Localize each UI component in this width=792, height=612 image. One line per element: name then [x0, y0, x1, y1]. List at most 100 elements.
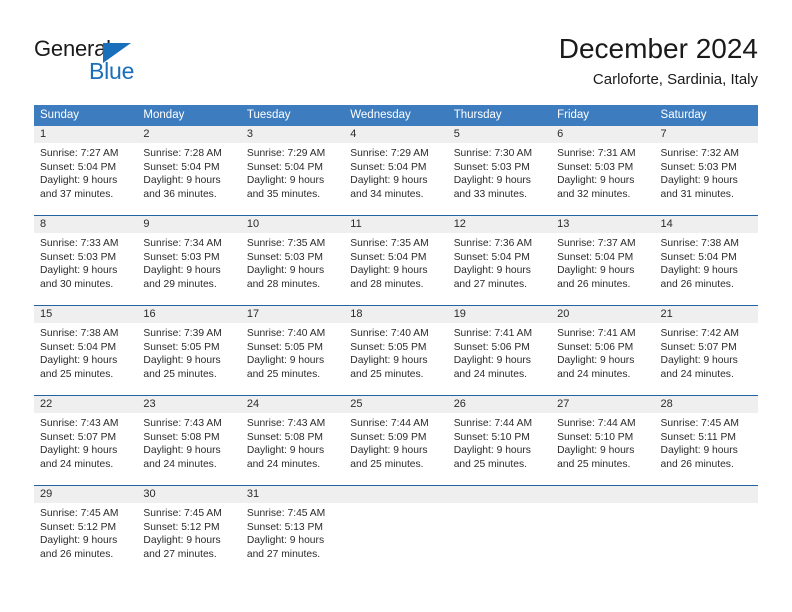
day-details: Sunrise: 7:31 AM Sunset: 5:03 PM Daylight:…	[551, 143, 654, 201]
daylight-text-line2: and 24 minutes.	[557, 368, 631, 380]
day-number: 19	[447, 306, 552, 323]
daylight-text-line1: Daylight: 9 hours	[40, 175, 118, 187]
day-details: Sunrise: 7:33 AM Sunset: 5:03 PM Daylight:…	[34, 233, 137, 291]
calendar-day-cell[interactable]: 18 Sunrise: 7:40 AM Sunset: 5:05 PM Dayligh…	[344, 306, 448, 395]
calendar-day-cell[interactable]: 26 Sunrise: 7:44 AM Sunset: 5:10 PM Dayligh…	[447, 396, 552, 485]
daylight-text-line1: Daylight: 9 hours	[350, 445, 428, 457]
daylight-text-line1: Daylight: 9 hours	[453, 355, 531, 367]
calendar-day-cell[interactable]: 16 Sunrise: 7:39 AM Sunset: 5:05 PM Dayligh…	[137, 306, 241, 395]
calendar-day-cell[interactable]: 8 Sunrise: 7:33 AM Sunset: 5:03 PM Daylight…	[34, 216, 138, 305]
day-number	[551, 486, 655, 503]
calendar-day-cell[interactable]: 25 Sunrise: 7:44 AM Sunset: 5:09 PM Dayligh…	[344, 396, 448, 485]
calendar-day-cell[interactable]: 20 Sunrise: 7:41 AM Sunset: 5:06 PM Dayligh…	[551, 306, 655, 395]
sunrise-text: Sunrise: 7:43 AM	[143, 418, 222, 429]
calendar-day-cell[interactable]: 12 Sunrise: 7:36 AM Sunset: 5:04 PM Dayligh…	[447, 216, 552, 305]
daylight-text-line2: and 31 minutes.	[660, 188, 734, 200]
calendar-day-cell[interactable]: 15 Sunrise: 7:38 AM Sunset: 5:04 PM Dayligh…	[34, 306, 138, 395]
calendar-day-cell[interactable]: 9 Sunrise: 7:34 AM Sunset: 5:03 PM Daylight…	[137, 216, 241, 305]
sunrise-text: Sunrise: 7:44 AM	[453, 418, 533, 429]
day-number: 25	[344, 396, 448, 413]
daylight-text-line1: Daylight: 9 hours	[40, 355, 118, 367]
day-details: Sunrise: 7:35 AM Sunset: 5:03 PM Daylight:…	[241, 233, 344, 291]
day-number: 4	[344, 126, 448, 143]
calendar-day-cell[interactable]: 4 Sunrise: 7:29 AM Sunset: 5:04 PM Daylight…	[344, 126, 448, 215]
calendar-day-cell[interactable]: 3 Sunrise: 7:29 AM Sunset: 5:04 PM Daylight…	[240, 126, 345, 215]
day-number: 31	[240, 486, 345, 503]
sunrise-text: Sunrise: 7:38 AM	[40, 328, 119, 339]
sunset-text: Sunset: 5:10 PM	[557, 431, 634, 443]
weekday-header-row: Sunday Monday Tuesday Wednesday Thursday…	[34, 105, 758, 126]
day-details: Sunrise: 7:45 AM Sunset: 5:13 PM Daylight:…	[241, 503, 344, 561]
daylight-text-line1: Daylight: 9 hours	[246, 175, 325, 187]
day-number: 5	[447, 126, 552, 143]
calendar-week-row: 1 Sunrise: 7:27 AM Sunset: 5:04 PM Daylight…	[34, 126, 758, 215]
day-number: 15	[34, 306, 138, 323]
calendar-day-cell[interactable]: 6 Sunrise: 7:31 AM Sunset: 5:03 PM Daylight…	[551, 126, 655, 215]
calendar-day-cell[interactable]: 27 Sunrise: 7:44 AM Sunset: 5:10 PM Dayligh…	[551, 396, 655, 485]
daylight-text-line1: Daylight: 9 hours	[246, 445, 325, 457]
calendar-day-cell[interactable]: 19 Sunrise: 7:41 AM Sunset: 5:06 PM Dayligh…	[447, 306, 552, 395]
day-details: Sunrise: 7:40 AM Sunset: 5:05 PM Daylight:…	[344, 323, 447, 381]
daylight-text-line1: Daylight: 9 hours	[660, 175, 738, 187]
calendar-day-cell[interactable]: 21 Sunrise: 7:42 AM Sunset: 5:07 PM Dayligh…	[654, 306, 758, 395]
sunrise-text: Sunrise: 7:35 AM	[246, 238, 326, 249]
calendar-grid: Sunday Monday Tuesday Wednesday Thursday…	[34, 105, 758, 575]
calendar-page: General Blue December 2024 Carloforte, S…	[0, 0, 792, 612]
calendar-day-cell[interactable]: 23 Sunrise: 7:43 AM Sunset: 5:08 PM Dayligh…	[137, 396, 241, 485]
daylight-text-line1: Daylight: 9 hours	[143, 175, 221, 187]
calendar-day-cell[interactable]: 31 Sunrise: 7:45 AM Sunset: 5:13 PM Dayligh…	[240, 486, 345, 575]
calendar-day-cell[interactable]: 2 Sunrise: 7:28 AM Sunset: 5:04 PM Daylight…	[137, 126, 241, 215]
sunset-text: Sunset: 5:08 PM	[143, 431, 220, 443]
sunrise-text: Sunrise: 7:39 AM	[143, 328, 222, 339]
weekday-header-monday: Monday	[143, 109, 185, 121]
title-block: December 2024 Carloforte, Sardinia, Ital…	[559, 32, 758, 90]
sunrise-text: Sunrise: 7:33 AM	[40, 238, 119, 249]
daylight-text-line2: and 35 minutes.	[246, 188, 321, 200]
calendar-day-cell[interactable]: 13 Sunrise: 7:37 AM Sunset: 5:04 PM Dayligh…	[551, 216, 655, 305]
page-header: General Blue December 2024 Carloforte, S…	[0, 0, 792, 100]
day-number: 11	[344, 216, 448, 233]
calendar-day-cell[interactable]: 29 Sunrise: 7:45 AM Sunset: 5:12 PM Dayligh…	[34, 486, 138, 575]
sunrise-text: Sunrise: 7:45 AM	[40, 508, 119, 519]
day-details: Sunrise: 7:45 AM Sunset: 5:12 PM Daylight:…	[137, 503, 240, 561]
sunset-text: Sunset: 5:04 PM	[143, 161, 220, 173]
day-number: 6	[551, 126, 655, 143]
calendar-day-cell[interactable]: 11 Sunrise: 7:35 AM Sunset: 5:04 PM Dayligh…	[344, 216, 448, 305]
sunset-text: Sunset: 5:04 PM	[350, 161, 427, 173]
calendar-day-cell[interactable]: 24 Sunrise: 7:43 AM Sunset: 5:08 PM Dayligh…	[240, 396, 345, 485]
sunrise-text: Sunrise: 7:32 AM	[660, 148, 739, 159]
daylight-text-line1: Daylight: 9 hours	[350, 175, 428, 187]
calendar-week-row: 15 Sunrise: 7:38 AM Sunset: 5:04 PM Dayligh…	[34, 305, 758, 395]
sunrise-text: Sunrise: 7:44 AM	[557, 418, 636, 429]
calendar-day-cell[interactable]: 30 Sunrise: 7:45 AM Sunset: 5:12 PM Dayligh…	[137, 486, 241, 575]
daylight-text-line2: and 28 minutes.	[246, 278, 321, 290]
calendar-day-cell[interactable]: 22 Sunrise: 7:43 AM Sunset: 5:07 PM Dayligh…	[34, 396, 138, 485]
sunset-text: Sunset: 5:04 PM	[660, 251, 737, 263]
weekday-header-sunday: Sunday	[40, 109, 80, 121]
daylight-text-line2: and 25 minutes.	[350, 368, 424, 380]
daylight-text-line1: Daylight: 9 hours	[557, 175, 635, 187]
sunset-text: Sunset: 5:06 PM	[557, 341, 634, 353]
day-details: Sunrise: 7:34 AM Sunset: 5:03 PM Daylight:…	[137, 233, 240, 291]
sunrise-text: Sunrise: 7:43 AM	[40, 418, 119, 429]
calendar-day-cell-empty	[551, 486, 655, 575]
calendar-day-cell[interactable]: 1 Sunrise: 7:27 AM Sunset: 5:04 PM Daylight…	[34, 126, 138, 215]
calendar-day-cell[interactable]: 7 Sunrise: 7:32 AM Sunset: 5:03 PM Daylight…	[654, 126, 758, 215]
sunset-text: Sunset: 5:03 PM	[246, 251, 323, 263]
daylight-text-line1: Daylight: 9 hours	[246, 355, 325, 367]
calendar-day-cell-empty	[654, 486, 758, 575]
weekday-header-friday: Friday	[557, 109, 590, 121]
daylight-text-line2: and 25 minutes.	[557, 458, 631, 470]
sunrise-text: Sunrise: 7:40 AM	[246, 328, 326, 339]
sunset-text: Sunset: 5:12 PM	[40, 521, 117, 533]
sunrise-text: Sunrise: 7:29 AM	[246, 148, 326, 159]
brand-logo[interactable]: General Blue	[34, 36, 164, 88]
calendar-day-cell[interactable]: 14 Sunrise: 7:38 AM Sunset: 5:04 PM Dayligh…	[654, 216, 758, 305]
calendar-day-cell[interactable]: 17 Sunrise: 7:40 AM Sunset: 5:05 PM Dayligh…	[240, 306, 345, 395]
daylight-text-line2: and 26 minutes.	[557, 278, 631, 290]
calendar-day-cell[interactable]: 28 Sunrise: 7:45 AM Sunset: 5:11 PM Dayligh…	[654, 396, 758, 485]
calendar-day-cell[interactable]: 5 Sunrise: 7:30 AM Sunset: 5:03 PM Daylight…	[447, 126, 552, 215]
sunset-text: Sunset: 5:03 PM	[143, 251, 220, 263]
calendar-day-cell[interactable]: 10 Sunrise: 7:35 AM Sunset: 5:03 PM Dayligh…	[240, 216, 345, 305]
sunset-text: Sunset: 5:06 PM	[453, 341, 530, 353]
